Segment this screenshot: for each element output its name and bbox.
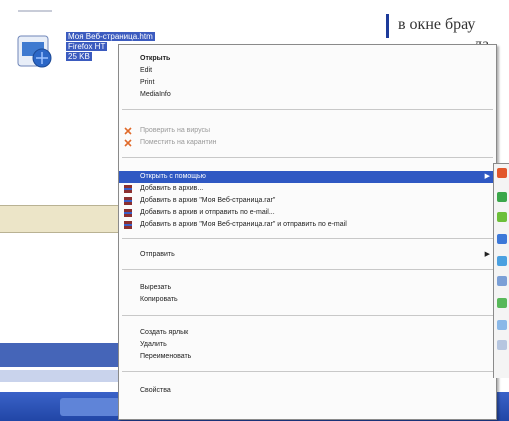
submenu-arrow-icon: ▶ bbox=[484, 173, 490, 180]
submenu-arrow-icon: ▶ bbox=[484, 251, 490, 258]
menu-item-add-and-email[interactable]: Добавить в архив и отправить по e-mail..… bbox=[119, 207, 496, 219]
menu-item-label: MediaInfo bbox=[140, 91, 171, 98]
menu-item-label: Добавить в архив и отправить по e-mail..… bbox=[140, 209, 275, 216]
menu-item-delete[interactable]: Удалить bbox=[119, 339, 496, 351]
menu-item-label: Поместить на карантин bbox=[140, 139, 217, 146]
menu-item-label: Отправить bbox=[140, 251, 175, 258]
text-cursor bbox=[386, 14, 389, 38]
menu-item-label: Edit bbox=[140, 67, 153, 74]
menu-item-label: Создать ярлык bbox=[140, 329, 189, 336]
menu-separator bbox=[122, 371, 493, 372]
menu-item-label: Удалить bbox=[140, 341, 167, 348]
file-name-line-3: 25 KB bbox=[66, 52, 92, 61]
app-icon[interactable] bbox=[497, 256, 507, 266]
open-with-submenu bbox=[493, 163, 509, 378]
menu-item-label: Print bbox=[140, 79, 155, 86]
menu-item-label: Добавить в архив... bbox=[140, 185, 204, 192]
menu-item-label: Проверить на вирусы bbox=[140, 127, 211, 134]
taskbar-button[interactable] bbox=[60, 398, 120, 416]
app-icon[interactable] bbox=[497, 212, 507, 222]
menu-item-label: Открыть bbox=[140, 55, 171, 62]
menu-separator bbox=[122, 109, 493, 110]
app-icon[interactable] bbox=[497, 192, 507, 202]
menu-separator bbox=[122, 238, 493, 239]
window-toolbar-strip bbox=[0, 370, 120, 382]
menu-item-add-to-named-archive[interactable]: Добавить в архив "Моя Веб-страница.rar" bbox=[119, 195, 496, 207]
menu-item-edit[interactable]: Edit bbox=[119, 65, 496, 77]
menu-item-label: Добавить в архив "Моя Веб-страница.rar" bbox=[140, 197, 276, 204]
menu-separator bbox=[122, 157, 493, 158]
menu-item-cut[interactable]: Вырезать bbox=[119, 282, 496, 294]
divider bbox=[18, 10, 52, 12]
menu-item-properties[interactable]: Свойства bbox=[119, 385, 496, 397]
context-menu: Открыть Edit Print MediaInfo Проверить н… bbox=[118, 44, 497, 420]
menu-item-rename[interactable]: Переименовать bbox=[119, 351, 496, 363]
quarantine-icon bbox=[124, 139, 132, 147]
menu-item-add-named-and-email[interactable]: Добавить в архив "Моя Веб-страница.rar" … bbox=[119, 219, 496, 231]
menu-item-antivirus-check[interactable]: Проверить на вирусы bbox=[119, 125, 496, 137]
menu-item-label: Вырезать bbox=[140, 284, 172, 291]
html-file-icon[interactable] bbox=[12, 32, 60, 72]
menu-item-open-with[interactable]: Открыть с помощью ▶ bbox=[119, 171, 496, 183]
file-name-line-1: Моя Веб-страница.htm bbox=[66, 32, 155, 41]
menu-item-send-to[interactable]: Отправить ▶ bbox=[119, 249, 496, 261]
antivirus-icon bbox=[124, 127, 132, 135]
winrar-icon bbox=[124, 209, 132, 217]
menu-item-copy[interactable]: Копировать bbox=[119, 294, 496, 306]
menu-item-label: Открыть с помощью bbox=[140, 173, 206, 180]
menu-item-open[interactable]: Открыть bbox=[119, 53, 496, 65]
winrar-icon bbox=[124, 221, 132, 229]
winrar-icon bbox=[124, 197, 132, 205]
ie-icon[interactable] bbox=[497, 234, 507, 244]
menu-item-create-shortcut[interactable]: Создать ярлык bbox=[119, 327, 496, 339]
file-name-line-2: Firefox HT bbox=[66, 42, 108, 51]
app-icon[interactable] bbox=[497, 298, 507, 308]
app-icon[interactable] bbox=[497, 340, 507, 350]
menu-separator bbox=[122, 269, 493, 270]
menu-separator bbox=[122, 315, 493, 316]
menu-item-label: Переименовать bbox=[140, 353, 192, 360]
firefox-icon[interactable] bbox=[497, 168, 507, 178]
menu-item-print[interactable]: Print bbox=[119, 77, 496, 89]
menu-item-mediainfo[interactable]: MediaInfo bbox=[119, 89, 496, 101]
doc-line-1: в окне брау bbox=[398, 16, 476, 33]
winrar-icon bbox=[124, 185, 132, 193]
menu-item-quarantine[interactable]: Поместить на карантин bbox=[119, 137, 496, 149]
window-panel-strip bbox=[0, 205, 120, 233]
app-icon[interactable] bbox=[497, 320, 507, 330]
menu-item-label: Копировать bbox=[140, 296, 178, 303]
menu-item-add-to-archive[interactable]: Добавить в архив... bbox=[119, 183, 496, 195]
menu-item-label: Добавить в архив "Моя Веб-страница.rar" … bbox=[140, 221, 347, 228]
menu-item-label: Свойства bbox=[140, 387, 171, 394]
window-titlebar-strip bbox=[0, 343, 120, 367]
app-icon[interactable] bbox=[497, 276, 507, 286]
